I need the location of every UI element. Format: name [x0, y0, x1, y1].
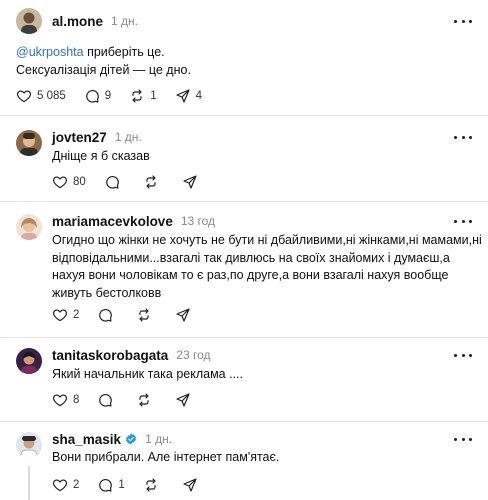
- comment-icon: [97, 307, 113, 323]
- more-icon[interactable]: [454, 14, 472, 28]
- comment-button[interactable]: 9: [84, 88, 111, 104]
- more-icon[interactable]: [454, 214, 472, 228]
- like-button[interactable]: 80: [52, 174, 86, 190]
- timestamp[interactable]: 1 дн.: [115, 130, 142, 144]
- username[interactable]: tanitaskorobagata: [52, 348, 168, 363]
- timestamp[interactable]: 13 год: [181, 214, 215, 228]
- thread-line: [28, 466, 30, 500]
- repost-button[interactable]: [143, 174, 164, 190]
- like-button[interactable]: 2: [52, 477, 79, 493]
- share-icon: [175, 307, 191, 323]
- timestamp[interactable]: 1 дн.: [111, 14, 138, 28]
- repost-icon: [143, 174, 159, 190]
- more-icon[interactable]: [454, 348, 472, 362]
- username[interactable]: jovten27: [52, 130, 107, 145]
- post-actions: 80: [52, 174, 221, 190]
- avatar[interactable]: [16, 214, 42, 240]
- comment-icon: [84, 88, 100, 104]
- like-count: 8: [73, 394, 80, 406]
- timestamp[interactable]: 1 дн.: [145, 432, 172, 446]
- mention-link[interactable]: @ukrposhta: [16, 45, 84, 59]
- username[interactable]: sha_masik: [52, 432, 121, 447]
- heart-icon: [52, 392, 68, 408]
- post-header: al.mone 1 дн.: [52, 12, 138, 30]
- heart-icon: [52, 477, 68, 493]
- more-icon[interactable]: [454, 432, 472, 446]
- like-count: 2: [73, 309, 80, 321]
- share-icon: [182, 477, 198, 493]
- post-main: al.mone 1 дн. @ukrposhta приберіть це. С…: [0, 0, 488, 115]
- like-button[interactable]: 5 085: [16, 88, 66, 104]
- share-icon: [175, 88, 191, 104]
- post-header: tanitaskorobagata 23 год: [52, 346, 211, 364]
- reply-post: tanitaskorobagata 23 год Який начальник …: [0, 338, 488, 421]
- share-count: 4: [195, 90, 202, 102]
- like-button[interactable]: 8: [52, 392, 79, 408]
- repost-button[interactable]: [136, 307, 157, 323]
- post-header: sha_masik 1 дн.: [52, 430, 172, 448]
- post-text: Який начальник така реклама ....: [52, 367, 243, 381]
- post-text: Дніще я б сказав: [52, 149, 150, 163]
- avatar[interactable]: [16, 130, 42, 156]
- comment-count: 1: [118, 479, 125, 491]
- comment-button[interactable]: 1: [97, 477, 125, 493]
- share-icon: [175, 392, 191, 408]
- comment-icon: [97, 477, 113, 493]
- post-header: mariamacevkolove 13 год: [52, 212, 215, 230]
- like-button[interactable]: 2: [52, 307, 79, 323]
- heart-icon: [52, 174, 68, 190]
- reply-post: sha_masik 1 дн. Вони прибрали. Але інтер…: [0, 422, 488, 500]
- share-button[interactable]: [175, 392, 196, 408]
- comment-count: 9: [104, 90, 112, 102]
- share-button[interactable]: [175, 307, 196, 323]
- repost-icon: [136, 307, 152, 323]
- comment-button[interactable]: [104, 174, 125, 190]
- more-icon[interactable]: [454, 130, 472, 144]
- comment-icon: [97, 392, 113, 408]
- reply-post: mariamacevkolove 13 год Огидно що жінки …: [0, 202, 488, 337]
- post-actions: 2: [52, 307, 214, 323]
- avatar[interactable]: [16, 8, 42, 34]
- post-text: Огидно що жінки не хочуть не бути ні дба…: [52, 233, 482, 300]
- heart-icon: [16, 88, 32, 104]
- avatar[interactable]: [16, 432, 42, 458]
- timestamp[interactable]: 23 год: [176, 348, 210, 362]
- heart-icon: [52, 307, 68, 323]
- comment-icon: [104, 174, 120, 190]
- post-text: @ukrposhta приберіть це. Сексуалізація д…: [16, 45, 191, 77]
- comment-button[interactable]: [97, 392, 118, 408]
- repost-button[interactable]: 1: [129, 88, 157, 104]
- repost-button[interactable]: [136, 392, 157, 408]
- share-button[interactable]: 4: [175, 88, 202, 104]
- share-icon: [182, 174, 198, 190]
- share-button[interactable]: [182, 174, 203, 190]
- like-count: 2: [73, 479, 80, 491]
- repost-icon: [143, 477, 159, 493]
- repost-button[interactable]: [143, 477, 164, 493]
- like-count: 80: [73, 176, 86, 188]
- reply-post: jovten27 1 дн. Дніще я б сказав 80: [0, 116, 488, 201]
- repost-count: 1: [150, 90, 157, 102]
- post-header: jovten27 1 дн.: [52, 128, 142, 146]
- post-text: Вони прибрали. Але інтернет пам'ятає.: [52, 450, 280, 464]
- comment-button[interactable]: [97, 307, 118, 323]
- like-count: 5 085: [37, 90, 66, 102]
- username[interactable]: mariamacevkolove: [52, 214, 173, 229]
- avatar[interactable]: [16, 348, 42, 374]
- post-actions: 8: [52, 392, 214, 408]
- post-actions: 5 085 9 1 4: [16, 88, 220, 104]
- repost-icon: [136, 392, 152, 408]
- verified-badge-icon: [126, 433, 137, 445]
- share-button[interactable]: [182, 477, 203, 493]
- username[interactable]: al.mone: [52, 14, 103, 29]
- repost-icon: [129, 88, 145, 104]
- post-actions: 2 1: [52, 477, 221, 493]
